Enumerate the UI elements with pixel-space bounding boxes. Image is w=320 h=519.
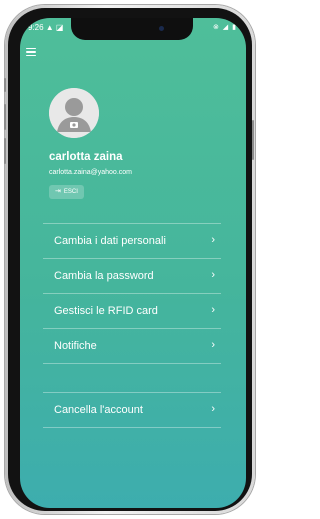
front-camera-icon [159,26,164,31]
volume-up-button [4,104,6,130]
settings-menu: Cambia i dati personali › Cambia la pass… [43,223,221,364]
chevron-right-icon: › [211,269,215,281]
status-icons: ⊗ ◢ ▮ [213,24,237,31]
menu-item-label: Gestisci le RFID card [54,305,158,317]
delete-account-button[interactable]: Cancella l'account › [43,392,221,428]
logout-label: ESCI [63,189,78,195]
status-time: 9:26 ▲ ◪ [28,23,64,32]
app-screen: 9:26 ▲ ◪ ⊗ ◢ ▮ carlotta zaina carlotta.z… [20,18,246,508]
logout-button[interactable]: ⇥ ESCI [49,185,84,199]
logout-icon: ⇥ [55,188,61,195]
power-button [252,120,254,160]
chevron-right-icon: › [211,339,215,351]
chevron-right-icon: › [211,403,215,415]
silent-switch [4,78,6,92]
avatar[interactable] [49,88,99,138]
notch [71,18,193,40]
chevron-right-icon: › [211,234,215,246]
chevron-right-icon: › [211,304,215,316]
menu-item-edit-personal-data[interactable]: Cambia i dati personali › [43,224,221,259]
volume-down-button [4,138,6,164]
delete-account-label: Cancella l'account [54,404,143,416]
menu-item-label: Cambia la password [54,270,154,282]
menu-item-manage-rfid-cards[interactable]: Gestisci le RFID card › [43,294,221,329]
menu-item-change-password[interactable]: Cambia la password › [43,259,221,294]
menu-item-label: Notifiche [54,340,97,352]
hamburger-menu-icon[interactable] [26,48,36,56]
user-placeholder-icon [49,88,99,138]
menu-item-notifications[interactable]: Notifiche › [43,329,221,364]
profile-email: carlotta.zaina@yahoo.com [49,169,132,176]
menu-item-label: Cambia i dati personali [54,235,166,247]
profile-name: carlotta zaina [49,151,123,163]
